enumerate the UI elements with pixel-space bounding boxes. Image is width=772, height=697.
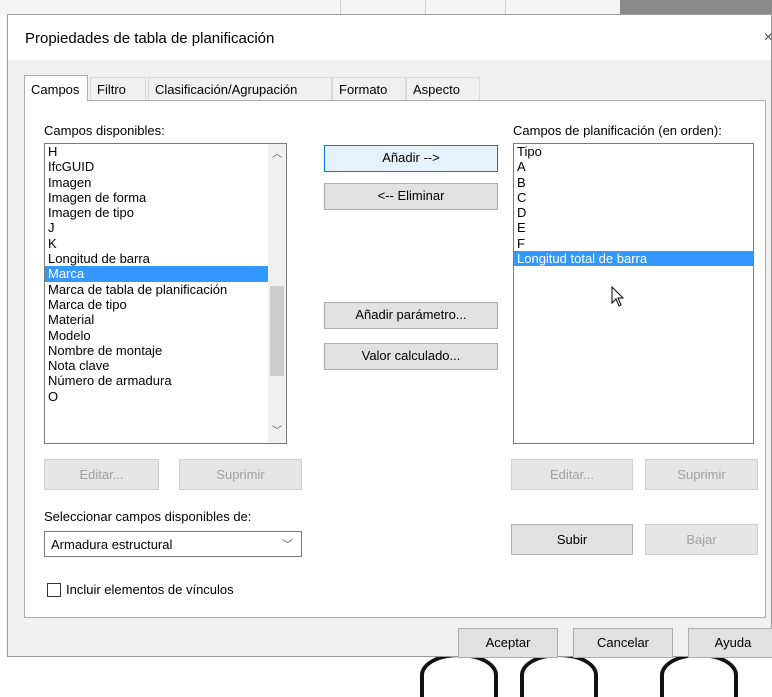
list-item[interactable]: Número de armadura xyxy=(45,373,286,388)
list-item[interactable]: Longitud total de barra xyxy=(514,251,753,267)
chevron-down-icon: ﹀ xyxy=(282,539,293,551)
list-item[interactable]: Modelo xyxy=(45,328,286,343)
chevron-down-icon[interactable]: ﹀ xyxy=(268,423,286,441)
list-item[interactable]: B xyxy=(514,175,753,190)
dialog-title: Propiedades de tabla de planificación xyxy=(25,30,275,47)
background-segment xyxy=(0,0,341,14)
list-item[interactable]: Imagen de forma xyxy=(45,190,286,205)
move-down-button[interactable]: Bajar xyxy=(645,524,758,555)
calculated-value-button[interactable]: Valor calculado... xyxy=(324,343,498,370)
include-links-label: Incluir elementos de vínculos xyxy=(66,582,234,597)
list-item[interactable]: IfcGUID xyxy=(45,159,286,174)
tab-formato[interactable]: Formato xyxy=(332,77,406,100)
list-item[interactable]: D xyxy=(514,205,753,220)
schedule-properties-dialog: Propiedades de tabla de planificación × … xyxy=(7,14,772,658)
list-item[interactable]: A xyxy=(514,159,753,174)
tab-campos[interactable]: Campos xyxy=(24,75,88,101)
dialog-titlebar: Propiedades de tabla de planificación × xyxy=(8,15,772,60)
remove-field-button[interactable]: <-- Eliminar xyxy=(324,183,498,210)
scheduled-fields-list[interactable]: Tipo A B C D E F Longitud total de barra xyxy=(513,143,754,444)
list-item[interactable]: F xyxy=(514,236,753,251)
background-app-toolbar xyxy=(0,0,772,14)
select-from-label: Seleccionar campos disponibles de: xyxy=(44,509,252,524)
list-item[interactable]: Marca de tabla de planificación xyxy=(45,282,286,297)
move-up-button[interactable]: Subir xyxy=(511,524,633,555)
background-curve xyxy=(660,653,738,697)
list-item[interactable]: Material xyxy=(45,312,286,327)
list-item[interactable]: Longitud de barra xyxy=(45,251,286,266)
tab-clasificacion[interactable]: Clasificación/Agrupación xyxy=(148,77,332,100)
include-links-checkbox[interactable] xyxy=(47,583,61,597)
list-item[interactable]: Nombre de montaje xyxy=(45,343,286,358)
list-item[interactable]: K xyxy=(45,236,286,251)
add-parameter-button[interactable]: Añadir parámetro... xyxy=(324,302,498,329)
help-button[interactable]: Ayuda xyxy=(688,628,772,658)
list-item[interactable]: Marca xyxy=(45,266,286,282)
scheduled-fields-label: Campos de planificación (en orden): xyxy=(513,123,722,138)
background-segment xyxy=(505,0,621,14)
background-curve xyxy=(520,653,598,697)
background-segment xyxy=(425,0,506,14)
available-fields-list[interactable]: H IfcGUID Imagen Imagen de forma Imagen de t… xyxy=(44,143,287,444)
available-edit-button[interactable]: Editar... xyxy=(44,459,159,490)
available-fields-items: H IfcGUID Imagen Imagen de forma Imagen de t… xyxy=(45,144,286,404)
tab-filtro[interactable]: Filtro xyxy=(90,77,146,100)
scheduled-fields-items: Tipo A B C D E F Longitud total de barra xyxy=(514,144,753,267)
background-drawing xyxy=(0,653,772,697)
add-field-button[interactable]: Añadir --> xyxy=(324,145,498,172)
list-item[interactable]: Imagen de tipo xyxy=(45,205,286,220)
scheduled-edit-button[interactable]: Editar... xyxy=(511,459,633,490)
available-delete-button[interactable]: Suprimir xyxy=(179,459,302,490)
scrollbar-thumb[interactable] xyxy=(270,286,284,376)
select-from-dropdown[interactable]: Armadura estructural ﹀ xyxy=(44,531,302,557)
available-fields-scrollbar[interactable]: ︿ ﹀ xyxy=(268,144,286,443)
list-item[interactable]: J xyxy=(45,220,286,235)
list-item[interactable]: C xyxy=(514,190,753,205)
background-dark-area xyxy=(620,0,772,14)
cancel-button[interactable]: Cancelar xyxy=(573,628,673,658)
select-from-value: Armadura estructural xyxy=(51,537,173,552)
ok-button[interactable]: Aceptar xyxy=(458,628,558,658)
list-item[interactable]: Imagen xyxy=(45,175,286,190)
list-item[interactable]: E xyxy=(514,220,753,235)
scheduled-delete-button[interactable]: Suprimir xyxy=(645,459,758,490)
available-fields-label: Campos disponibles: xyxy=(44,123,165,138)
tab-aspecto[interactable]: Aspecto xyxy=(406,77,480,100)
list-item[interactable]: Nota clave xyxy=(45,358,286,373)
close-icon[interactable]: × xyxy=(764,29,772,47)
tab-panel-campos: Campos disponibles: H IfcGUID Imagen Imagen… xyxy=(24,100,766,618)
list-item[interactable]: O xyxy=(45,389,286,404)
background-curve xyxy=(420,653,498,697)
chevron-up-icon[interactable]: ︿ xyxy=(268,146,286,164)
list-item[interactable]: Marca de tipo xyxy=(45,297,286,312)
list-item[interactable]: H xyxy=(45,144,286,159)
list-item[interactable]: Tipo xyxy=(514,144,753,159)
mouse-cursor-icon xyxy=(611,286,625,307)
background-segment xyxy=(340,0,426,14)
